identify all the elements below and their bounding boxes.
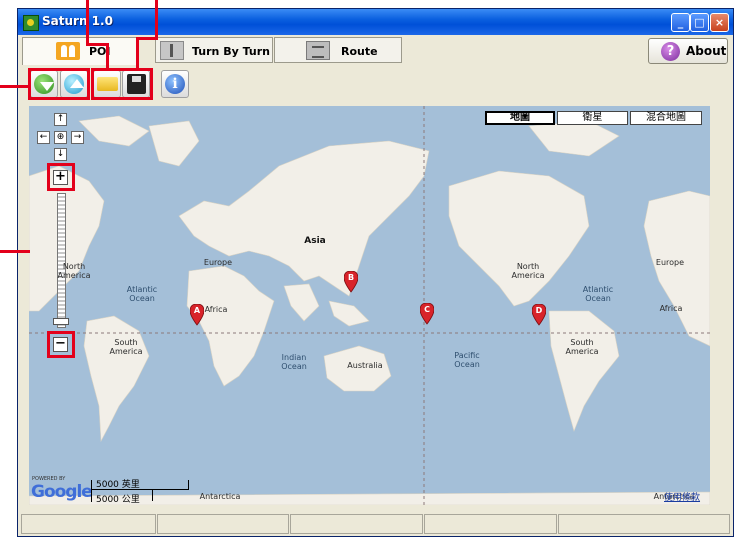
label-asia: Asia xyxy=(304,236,326,246)
map-type-satellite[interactable]: 衛星 xyxy=(557,111,628,125)
pan-right-button[interactable]: → xyxy=(71,131,84,144)
marker-c[interactable]: C xyxy=(419,302,435,325)
status-pane-1 xyxy=(21,514,156,534)
info-icon: i xyxy=(165,74,185,94)
status-pane-5 xyxy=(558,514,730,534)
tab-route[interactable]: Route xyxy=(274,37,402,63)
scale-km: 5000 公里 xyxy=(96,495,140,505)
tab-turn-by-turn[interactable]: Turn By Turn xyxy=(155,37,273,63)
pan-left-button[interactable]: ← xyxy=(37,131,50,144)
scale-bar-km-tick xyxy=(152,490,153,501)
close-button[interactable]: × xyxy=(710,13,729,32)
callout-line-1 xyxy=(86,0,89,45)
marker-a-label: A xyxy=(193,306,201,315)
label-south-america-right: South America xyxy=(565,338,599,356)
label-africa-right: Africa xyxy=(659,304,683,313)
app-icon xyxy=(23,15,39,31)
label-indian-ocean: Indian Ocean xyxy=(281,353,307,371)
label-europe-left: Europe xyxy=(203,258,233,267)
label-antarctica: Antarctica xyxy=(199,492,241,501)
marker-b-label: B xyxy=(347,273,355,282)
scale-bar-right xyxy=(188,480,189,490)
highlight-zoom-in xyxy=(47,163,75,191)
terms-link[interactable]: 使用條款 xyxy=(664,490,700,503)
about-button[interactable]: ? About xyxy=(648,38,728,64)
pan-center-button[interactable]: ⊕ xyxy=(54,131,67,144)
about-label: About xyxy=(686,44,727,58)
callout-line-2b xyxy=(136,37,158,40)
map-type-map[interactable]: 地圖 xyxy=(485,111,555,125)
label-south-america-left: South America xyxy=(109,338,143,356)
pan-up-button[interactable]: ↑ xyxy=(54,113,67,126)
zoom-slider[interactable] xyxy=(57,193,66,328)
status-pane-3 xyxy=(290,514,423,534)
poi-icon xyxy=(56,42,80,60)
turn-by-turn-icon xyxy=(160,41,184,60)
marker-d-label: D xyxy=(535,306,543,315)
label-north-america-right: North America xyxy=(511,262,545,280)
status-pane-4 xyxy=(424,514,557,534)
route-icon xyxy=(306,41,330,60)
marker-c-label: C xyxy=(424,305,430,314)
tab-route-label: Route xyxy=(341,45,378,58)
marker-a[interactable]: A xyxy=(189,303,205,326)
marker-b[interactable]: B xyxy=(343,270,359,293)
world-map-graphic xyxy=(29,106,710,505)
callout-line-1c xyxy=(106,43,109,69)
zoom-slider-thumb[interactable] xyxy=(53,318,69,325)
maximize-button[interactable]: □ xyxy=(690,13,709,32)
map-view[interactable] xyxy=(29,106,710,505)
tab-turn-by-turn-label: Turn By Turn xyxy=(192,45,270,58)
label-atlantic-right: Atlantic Ocean xyxy=(582,285,614,303)
pan-down-button[interactable]: ↓ xyxy=(54,148,67,161)
callout-line-4 xyxy=(0,250,30,253)
help-icon: ? xyxy=(661,42,680,61)
label-north-america-left: North America xyxy=(57,262,91,280)
highlight-file-buttons xyxy=(91,68,153,100)
callout-line-3 xyxy=(0,85,28,88)
label-europe-right: Europe xyxy=(655,258,685,267)
label-pacific-ocean: Pacific Ocean xyxy=(454,351,480,369)
label-australia: Australia xyxy=(347,361,383,370)
google-logo: Google xyxy=(31,482,93,502)
marker-d[interactable]: D xyxy=(531,303,547,326)
highlight-nav-buttons xyxy=(28,68,90,100)
label-atlantic-left: Atlantic Ocean xyxy=(126,285,158,303)
info-button[interactable]: i xyxy=(161,70,189,98)
scale-miles: 5000 英里 xyxy=(96,480,140,490)
callout-line-2 xyxy=(155,0,158,40)
scale-bar-left xyxy=(91,480,92,502)
status-pane-2 xyxy=(157,514,289,534)
callout-line-2c xyxy=(136,37,139,69)
window-title: Saturn 1.0 xyxy=(42,14,113,28)
minimize-button[interactable]: _ xyxy=(671,13,690,32)
map-type-hybrid[interactable]: 混合地圖 xyxy=(630,111,702,125)
title-bar[interactable] xyxy=(18,9,733,35)
callout-line-1b xyxy=(86,43,108,46)
tab-poi[interactable]: POI xyxy=(22,37,137,65)
highlight-zoom-out xyxy=(47,331,75,358)
